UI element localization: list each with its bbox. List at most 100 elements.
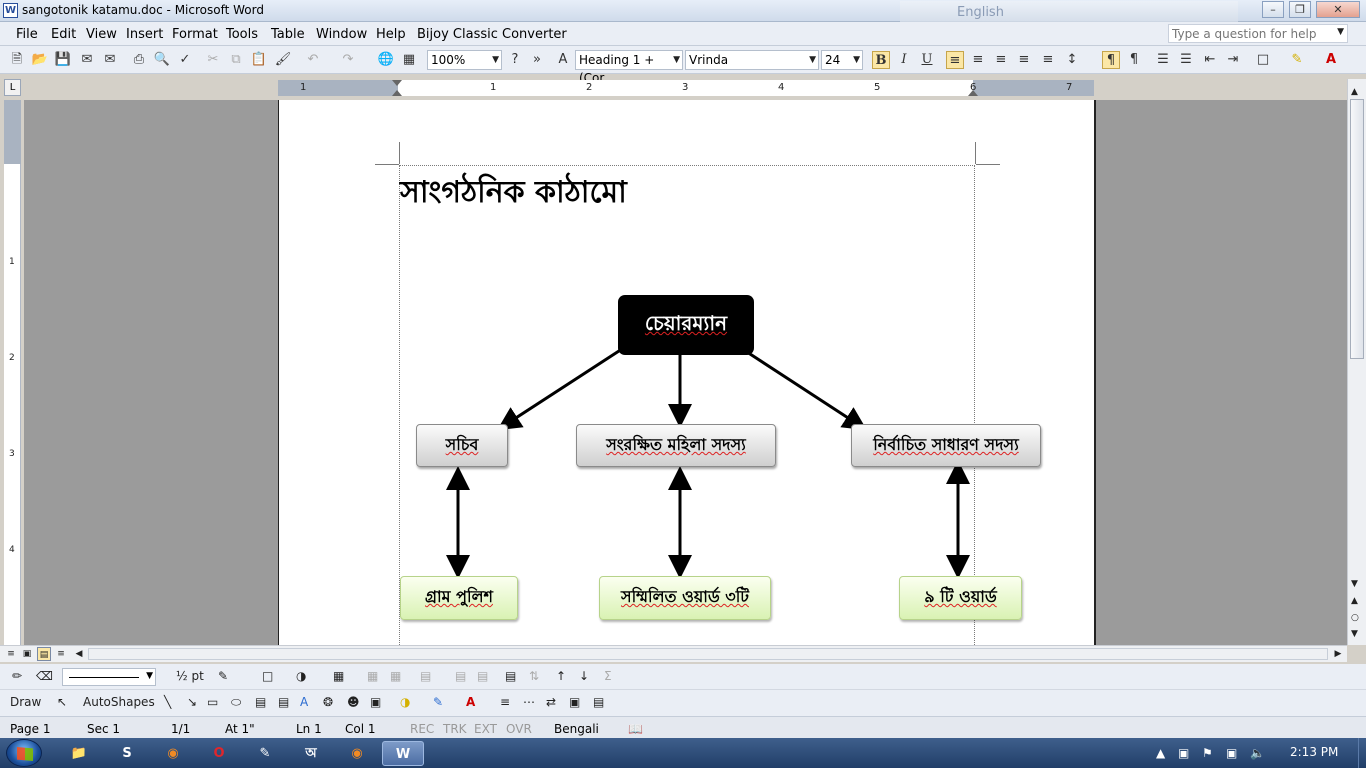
minimize-button[interactable]: – bbox=[1262, 1, 1284, 18]
vertical-scrollbar[interactable]: ▲ ▼ ▲ ○ ▼ bbox=[1347, 79, 1366, 645]
word-app-icon[interactable]: W bbox=[3, 3, 18, 18]
menu-insert[interactable]: Insert bbox=[126, 27, 163, 42]
node-village-police[interactable]: গ্রাম পুলিশ bbox=[400, 576, 518, 620]
display-icon[interactable]: ▣ bbox=[1226, 746, 1237, 760]
horizontal-scroll-track[interactable] bbox=[88, 648, 1328, 660]
document-page[interactable]: সাংগঠনিক কাঠামো চেয়ারম্যান সচিব সংরক্ষি… bbox=[278, 100, 1096, 645]
arrow-style-icon[interactable]: ⇄ bbox=[546, 695, 556, 709]
bold-button[interactable]: B bbox=[872, 51, 890, 69]
close-button[interactable]: ✕ bbox=[1316, 1, 1360, 18]
spelling-icon[interactable]: ✓ bbox=[176, 51, 194, 69]
merge-cells-icon[interactable]: ▦ bbox=[367, 669, 378, 683]
scroll-left-icon[interactable]: ◀ bbox=[72, 647, 86, 661]
scroll-thumb[interactable] bbox=[1350, 99, 1364, 359]
3d-style-icon[interactable]: ▤ bbox=[593, 695, 604, 709]
menu-file[interactable]: File bbox=[16, 27, 38, 42]
hyperlink-icon[interactable]: 🌐 bbox=[377, 51, 395, 69]
language-label[interactable]: English bbox=[957, 5, 1004, 20]
print-layout-icon[interactable]: ▤ bbox=[37, 647, 51, 661]
firefox-icon[interactable]: ◉ bbox=[152, 741, 194, 766]
chevron-down-icon[interactable]: ▼ bbox=[1337, 27, 1344, 37]
node-reserved-women-member[interactable]: সংরক্ষিত মহিলা সদস্য bbox=[576, 424, 776, 467]
scroll-up-icon[interactable]: ▲ bbox=[1351, 87, 1358, 97]
vertical-text-box-icon[interactable]: ▤ bbox=[278, 695, 289, 709]
text-box-icon[interactable]: ▤ bbox=[255, 695, 266, 709]
node-elected-general-member[interactable]: নির্বাচিত সাধারণ সদস্য bbox=[851, 424, 1041, 467]
distribute-rows-icon[interactable]: ▤ bbox=[455, 669, 466, 683]
increase-indent-icon[interactable]: ⇥ bbox=[1224, 51, 1242, 69]
shading-color-icon[interactable]: ◑ bbox=[296, 669, 306, 683]
line-tool-icon[interactable]: ╲ bbox=[164, 695, 171, 709]
highlight-icon[interactable]: ✎ bbox=[1288, 51, 1306, 69]
help-search-input[interactable] bbox=[1169, 25, 1329, 42]
chevron-down-icon[interactable]: ▼ bbox=[853, 51, 860, 69]
skype-icon[interactable]: S bbox=[106, 741, 148, 766]
menu-format[interactable]: Format bbox=[172, 27, 218, 42]
show-hidden-icons[interactable]: ▲ bbox=[1156, 746, 1165, 760]
split-cells-icon[interactable]: ▦ bbox=[390, 669, 401, 683]
insert-table-icon[interactable]: ▦ bbox=[333, 669, 344, 683]
menu-bijoy-converter[interactable]: Bijoy Classic Converter bbox=[417, 27, 567, 42]
bijoy-icon[interactable]: অ bbox=[290, 741, 332, 766]
notepad-icon[interactable]: ✎ bbox=[244, 741, 286, 766]
status-ext[interactable]: EXT bbox=[474, 722, 497, 736]
line-style-icon[interactable]: ≡ bbox=[500, 695, 510, 709]
underline-button[interactable]: U bbox=[918, 51, 936, 69]
next-page-icon[interactable]: ▼ bbox=[1351, 629, 1358, 639]
clock[interactable]: 2:13 PM bbox=[1290, 745, 1338, 759]
zoom-select[interactable]: 100% ▼ bbox=[427, 50, 502, 70]
tab-selector[interactable]: L bbox=[4, 79, 21, 96]
scroll-right-icon[interactable]: ▶ bbox=[1331, 647, 1345, 661]
line-weight-value[interactable]: ½ pt bbox=[176, 669, 204, 683]
outside-border-icon[interactable]: □ bbox=[262, 669, 273, 683]
arrow-tool-icon[interactable]: ↘ bbox=[187, 695, 197, 709]
network-icon[interactable]: ▣ bbox=[1178, 746, 1189, 760]
font-color-icon[interactable]: A bbox=[466, 695, 475, 709]
italic-button[interactable]: I bbox=[895, 51, 913, 69]
distribute-columns-icon[interactable]: ▤ bbox=[477, 669, 488, 683]
decrease-indent-icon[interactable]: ⇤ bbox=[1201, 51, 1219, 69]
open-folder-icon[interactable]: 📂 bbox=[31, 51, 49, 69]
autoshapes-menu[interactable]: AutoShapes bbox=[83, 695, 155, 709]
chevron-down-icon[interactable]: ▼ bbox=[492, 51, 499, 69]
styles-icon[interactable]: A bbox=[554, 51, 572, 69]
align-center-icon[interactable]: ≡ bbox=[969, 51, 987, 69]
oval-tool-icon[interactable]: ⬭ bbox=[231, 695, 241, 710]
sort-ascending-icon[interactable]: ↑ bbox=[556, 669, 566, 683]
show-desktop-button[interactable] bbox=[1358, 738, 1366, 768]
print-icon[interactable]: ⎙ bbox=[130, 51, 148, 69]
style-select[interactable]: Heading 1 + (Cor ▼ bbox=[575, 50, 683, 85]
vertical-ruler[interactable]: 1 2 3 4 bbox=[4, 100, 21, 645]
spelling-status-icon[interactable]: 📖 bbox=[628, 722, 643, 736]
align-left-icon[interactable]: ≡ bbox=[946, 51, 964, 69]
right-indent-marker[interactable] bbox=[968, 90, 978, 96]
chevron-down-icon[interactable]: ▼ bbox=[673, 51, 680, 69]
align-right-icon[interactable]: ≡ bbox=[992, 51, 1010, 69]
action-center-icon[interactable]: ⚑ bbox=[1202, 746, 1213, 760]
picture-icon[interactable]: ▣ bbox=[370, 695, 381, 709]
permission-icon[interactable]: ✉ bbox=[78, 51, 96, 69]
hanging-indent-marker[interactable] bbox=[392, 90, 402, 96]
ltr-paragraph-icon[interactable]: ¶ bbox=[1102, 51, 1120, 69]
status-language[interactable]: Bengali bbox=[554, 722, 599, 736]
firefox-window-icon[interactable]: ◉ bbox=[336, 741, 378, 766]
numbering-icon[interactable]: ☰ bbox=[1154, 51, 1172, 69]
align-cells-icon[interactable]: ▤ bbox=[420, 669, 431, 683]
border-color-icon[interactable]: ✎ bbox=[218, 669, 228, 683]
undo-icon[interactable]: ↶ bbox=[304, 51, 322, 69]
normal-view-icon[interactable]: ≡ bbox=[4, 647, 18, 661]
opera-icon[interactable]: O bbox=[198, 741, 240, 766]
menu-edit[interactable]: Edit bbox=[51, 27, 76, 42]
dash-style-icon[interactable]: ⋯ bbox=[523, 695, 535, 709]
print-preview-icon[interactable]: 🔍 bbox=[153, 51, 171, 69]
help-search-box[interactable]: ▼ bbox=[1168, 24, 1348, 43]
help-icon[interactable]: ? bbox=[506, 51, 524, 69]
font-size-select[interactable]: 24 ▼ bbox=[821, 50, 863, 70]
document-area[interactable]: সাংগঠনিক কাঠামো চেয়ারম্যান সচিব সংরক্ষি… bbox=[24, 100, 1347, 645]
horizontal-scrollbar[interactable]: ≡ ▣ ▤ ≡ ◀ ▶ bbox=[0, 645, 1347, 662]
autosum-icon[interactable]: Σ bbox=[604, 669, 612, 683]
borders-icon[interactable]: □ bbox=[1254, 51, 1272, 69]
outline-view-icon[interactable]: ≡ bbox=[54, 647, 68, 661]
distributed-icon[interactable]: ≡ bbox=[1039, 51, 1057, 69]
line-spacing-icon[interactable]: ↕ bbox=[1063, 51, 1081, 69]
